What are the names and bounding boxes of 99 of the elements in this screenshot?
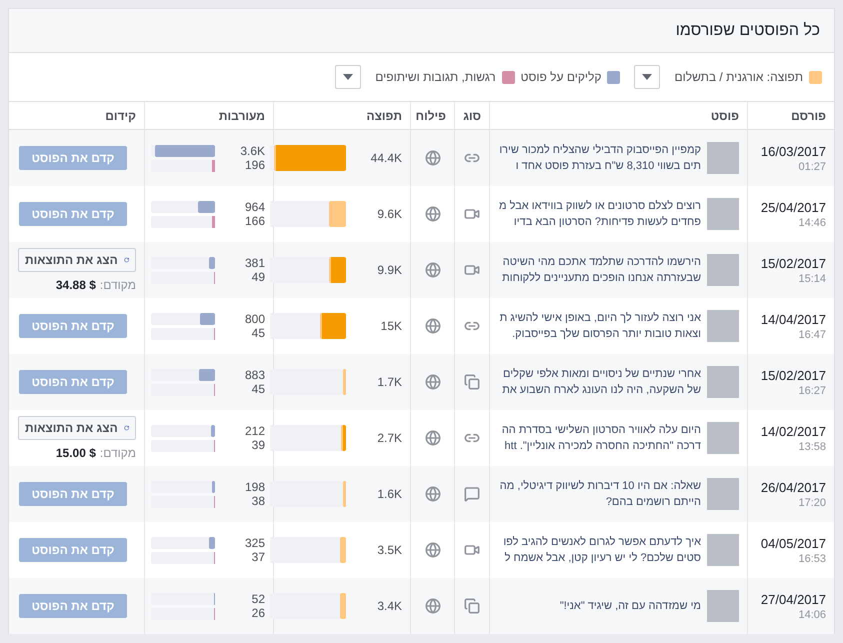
post-time: 16:27 [798,384,826,396]
post-date: 25/04/2017 [760,200,826,214]
photo-placeholder [707,366,739,398]
photo-placeholder [707,310,739,342]
post-date: 14/04/2017 [760,312,826,326]
globe-icon [424,262,440,278]
post-date: 15/02/2017 [760,368,826,382]
post-date: 14/02/2017 [760,424,826,438]
video-camera-icon [464,262,480,278]
globe-icon [424,430,440,446]
photo-placeholder [707,534,739,566]
post-date: 16/03/2017 [760,144,826,158]
column-header[interactable]: פורסם [747,102,834,129]
clicks-value: 52 [250,592,265,606]
reactions-value: 26 [250,606,265,620]
post-text[interactable]: הירשמו להדרכה שתלמד אתכם מהי השיטה שבעזרתה אנחנו הופכים מתעניינים ללקוחות [498,254,701,286]
globe-icon [424,598,440,614]
boosted-amount: 15.00 $ [56,446,96,460]
legend-label: קליקים על פוסט [520,70,602,84]
post-text[interactable]: היום עלה לאוויר הסרטון השלישי בסדרת ההדרכה "החתיכה החסרה למכירה אונליין". htt [498,422,701,454]
post-text[interactable]: רוצים לצלם סרטונים או לשווק בווידאו אבל מפחדים לעשות פדיחות? הסרטון הבא בדיו [498,198,701,230]
post-text[interactable]: אחרי שנתיים של ניסויים ומאות אלפי שקלים של השקעה, היה לנו העונג לארח השבוע את [498,366,701,398]
photo-placeholder [707,254,739,286]
clicks-value: 964 [244,200,265,214]
column-header[interactable]: פילוח [410,102,454,129]
photo-placeholder [707,198,739,230]
caret-icon [642,74,652,80]
photo-placeholder [707,142,739,174]
reactions-value: 39 [250,438,265,452]
column-header[interactable]: תפוצה [273,102,410,129]
reach-value: 9.6K [376,207,402,221]
post-text[interactable]: מי שמזדהה עם זה, שיגיד "אני!" [560,598,701,614]
reactions-value: 49 [250,270,265,284]
reach-value: 1.6K [376,487,402,501]
post-date: 27/04/2017 [760,592,826,606]
legend-label: רגשות, תגובות ושיתופים [375,70,496,84]
globe-icon [424,150,440,166]
video-camera-icon [464,542,480,558]
stacked-squares-icon [464,374,480,390]
speech-bubble-icon [464,486,480,502]
clicks-value: 212 [244,424,265,438]
post-date: 04/05/2017 [760,536,826,550]
post-text[interactable]: אני רוצה לעזור לך היום, באופן אישי להשיג תוצאות טובות יותר הפרסום שלך בפייסבוק. [498,310,701,342]
globe-icon [424,374,440,390]
reach-value: 9.9K [376,263,402,277]
legend-label: תפוצה: אורגנית / בתשלום [674,70,803,84]
globe-icon [424,486,440,502]
post-time: 16:53 [798,552,826,564]
clicks-value: 381 [244,256,265,270]
reach-value: 15K [380,319,402,333]
reach-value: 2.7K [376,431,402,445]
post-text[interactable]: קמפיין הפייסבוק הדבילי שהצליח למכור שירותים בשווי 8,310 ש"ח בעזרת פוסט אחד ו [498,142,701,174]
reactions-value: 45 [250,326,265,340]
column-header[interactable]: פוסט [489,102,747,129]
post-time: 13:58 [798,440,826,452]
dropdown-button[interactable] [335,65,362,89]
reactions-value: 37 [250,550,265,564]
clicks-value: 198 [244,480,265,494]
globe-icon [424,206,440,222]
globe-icon [424,318,440,334]
card-title: כל הפוסטים שפורסמו [676,22,820,40]
dropdown-button[interactable] [634,65,660,89]
reactions-value: 196 [244,158,265,172]
post-time: 15:14 [798,272,826,284]
post-date: 26/04/2017 [760,480,826,494]
reach-value: 3.4K [376,599,402,613]
boosted-amount: 34.88 $ [56,278,96,292]
post-text[interactable]: איך לדעתם אפשר לגרום לאנשים להגיב לפוסטים שלכם? לי יש רעיון קטן, אבל אשמח ל [498,534,701,566]
reactions-value: 166 [244,214,265,228]
column-header[interactable]: קידום [9,102,144,129]
post-text[interactable]: שאלה: אם היו 10 דיברות לשיווק דיגיטלי, מה הייתם רושמים בהם? [498,478,701,510]
reach-value: 1.7K [376,375,402,389]
stacked-squares-icon [464,598,480,614]
globe-icon [424,542,440,558]
caret-icon [343,74,354,80]
reactions-value: 38 [250,494,265,508]
post-time: 14:46 [798,216,826,228]
column-header[interactable]: סוג [454,102,489,129]
post-time: 17:20 [798,496,826,508]
clicks-value: 3.6K [239,144,265,158]
column-header[interactable]: מעורבות [144,102,273,129]
photo-placeholder [707,422,739,454]
reach-value: 3.5K [376,543,402,557]
reach-value: 44.4K [370,151,402,165]
clicks-value: 325 [244,536,265,550]
boosted-label: מקודם: [100,446,136,460]
photo-placeholder [707,478,739,510]
post-date: 15/02/2017 [760,256,826,270]
post-time: 14:06 [798,608,826,620]
video-camera-icon [464,206,480,222]
boosted-label: מקודם: [100,278,136,292]
clicks-value: 800 [244,312,265,326]
photo-placeholder [707,590,739,622]
clicks-value: 883 [244,368,265,382]
reactions-value: 45 [250,382,265,396]
view-results-button[interactable]: הצג את התוצאות [18,416,136,440]
view-results-button[interactable]: הצג את התוצאות [18,248,136,272]
post-time: 16:47 [798,328,826,340]
post-time: 01:27 [798,160,826,172]
